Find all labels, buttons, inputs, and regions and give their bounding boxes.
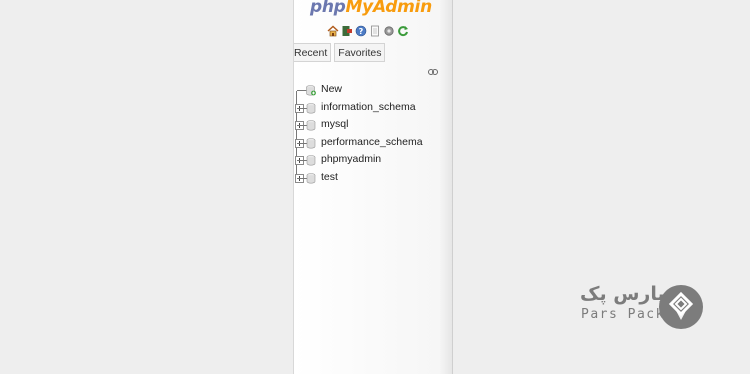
database-name[interactable]: phpmyadmin	[321, 153, 381, 165]
reload-icon[interactable]	[397, 25, 409, 37]
database-tree: New information_schema mysql performance…	[294, 82, 454, 187]
tab-favorites[interactable]: Favorites	[334, 43, 386, 62]
brand-name-persian: پارس پک	[580, 283, 665, 305]
tree-row-database[interactable]: test	[294, 170, 454, 188]
docs-icon[interactable]	[369, 25, 381, 37]
new-database-icon	[306, 85, 316, 96]
database-icon	[306, 172, 316, 183]
link-panels-icon[interactable]	[428, 69, 438, 75]
tree-row-database[interactable]: performance_schema	[294, 135, 454, 153]
database-name[interactable]: performance_schema	[321, 136, 423, 148]
database-icon	[306, 120, 316, 131]
brand-name-english: Pars Pack	[581, 307, 665, 322]
database-name[interactable]: information_schema	[321, 101, 416, 113]
database-icon	[306, 102, 316, 113]
svg-text:?: ?	[359, 27, 364, 36]
navigation-panel: phpMyAdmin ? Recent Favorites New inform…	[293, 0, 453, 374]
tree-row-new[interactable]: New	[294, 82, 454, 100]
logo-php-text: php	[310, 0, 346, 17]
parspack-watermark: پارس پک Pars Pack	[580, 283, 710, 331]
new-database-label[interactable]: New	[321, 83, 342, 95]
database-icon	[306, 155, 316, 166]
nav-tabs: Recent Favorites	[294, 43, 388, 62]
tab-recent[interactable]: Recent	[294, 43, 332, 62]
home-icon[interactable]	[327, 25, 339, 37]
help-icon[interactable]: ?	[355, 25, 367, 37]
logo-myadmin-text: MyAdmin	[345, 0, 433, 17]
phpmyadmin-logo[interactable]: phpMyAdmin	[310, 0, 432, 17]
settings-icon[interactable]	[383, 25, 395, 37]
database-icon	[306, 137, 316, 148]
quick-icons-bar: ?	[327, 25, 409, 37]
tree-row-database[interactable]: mysql	[294, 117, 454, 135]
database-name[interactable]: test	[321, 171, 338, 183]
tree-row-database[interactable]: phpmyadmin	[294, 152, 454, 170]
exit-icon[interactable]	[341, 25, 353, 37]
database-name[interactable]: mysql	[321, 118, 348, 130]
parspack-logo-icon	[659, 285, 703, 329]
tree-row-database[interactable]: information_schema	[294, 100, 454, 118]
